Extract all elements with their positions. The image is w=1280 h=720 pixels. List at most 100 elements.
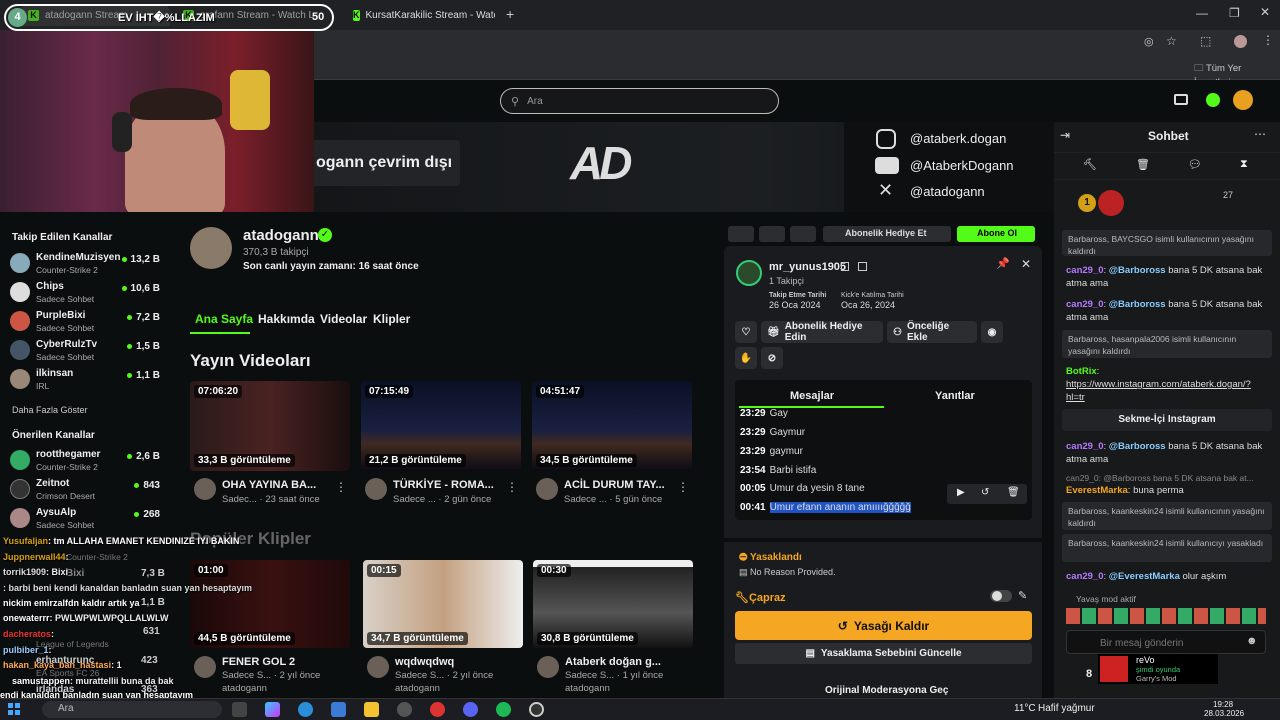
close-icon[interactable]: ✕ [1021, 257, 1031, 271]
more-icon[interactable]: ⋮ [506, 480, 518, 494]
heart-button[interactable]: ♡ [735, 321, 757, 343]
tab-messages[interactable]: Mesajlar [790, 390, 834, 402]
sidebar-channel[interactable]: PurpleBixi Sadece Sohbet 7,2 B [10, 308, 162, 336]
tab-about[interactable]: Hakkımda [258, 312, 315, 326]
now-playing-game: Garry's Mod [1136, 674, 1177, 683]
clip-title[interactable]: Ataberk doğan g... [565, 656, 661, 668]
undo-icon[interactable]: ↺ [981, 487, 989, 498]
explorer-icon[interactable] [364, 702, 379, 717]
eye-button[interactable]: ◉ [981, 321, 1003, 343]
gift-sub-button[interactable]: 🎁︎ Abonelik Hediye Edin [761, 321, 883, 343]
copy-icon[interactable] [841, 262, 849, 271]
weather-desc: Hafif yağmur [1038, 703, 1095, 714]
sidebar-channel[interactable]: AysuAlp Sadece Sohbet 268 [10, 505, 162, 533]
new-tab-icon[interactable]: + [506, 6, 514, 22]
gift-sub-button[interactable]: Abonelik Hediye Et [823, 226, 951, 242]
copilot-icon[interactable] [265, 702, 280, 717]
kick-favicon-icon: K [353, 9, 360, 21]
hammer-icon[interactable]: 🔨︎ [1083, 158, 1097, 171]
x-icon: ✕ [878, 180, 894, 200]
chat-bubble-icon[interactable]: 💬︎ [1188, 158, 1202, 171]
sidebar-channel[interactable]: rootthegamer Counter-Strike 2 2,6 B [10, 447, 162, 475]
cross-toggle[interactable] [990, 590, 1012, 602]
menu-icon[interactable]: ⋮ [1262, 33, 1274, 47]
video-title[interactable]: ACİL DURUM TAY... [564, 479, 665, 491]
taskbar-search[interactable]: Ara [42, 701, 222, 718]
discord-icon[interactable] [463, 702, 478, 717]
instagram-tab-button[interactable]: Sekme-İçi Instagram [1062, 409, 1272, 431]
delete-icon[interactable]: 🗑︎ [1007, 487, 1020, 498]
emoji-icon[interactable]: ☻ [1246, 635, 1258, 647]
avatar [10, 253, 30, 273]
sidebar-channel[interactable]: KendineMuzisyen Counter-Strike 2 13,2 B [10, 250, 162, 278]
tab-home[interactable]: Ana Sayfa [195, 312, 253, 326]
clip-title[interactable]: FENER GOL 2 [222, 656, 295, 668]
video-title[interactable]: TÜRKİYE - ROMA... [393, 479, 494, 491]
sidebar-channel[interactable]: Zeitnot Crimson Desert 843 [10, 476, 162, 504]
popup-username[interactable]: mr_yunus1905 [769, 261, 846, 273]
overlay-chat-line: dacheratos: [3, 629, 55, 639]
gift-button-small[interactable] [790, 226, 816, 242]
tab-kursatkarakilic[interactable]: K KursatKarakilic Stream - Watch ✕ [345, 4, 495, 26]
windows-start-icon[interactable] [8, 703, 20, 715]
card-icon[interactable] [858, 262, 867, 271]
more-icon[interactable]: ⋮ [677, 480, 689, 494]
extensions-icon[interactable]: ⬚ [1200, 34, 1211, 48]
chrome-icon[interactable] [430, 702, 445, 717]
hourglass-icon[interactable]: ⧗ [1240, 158, 1248, 171]
original-mod-link[interactable]: Orijinal Moderasyona Geç [825, 685, 948, 696]
trash-icon[interactable]: 🗑︎ [1136, 158, 1150, 171]
instagram-link[interactable]: https://www.instagram.com/ataberk.dogan/… [1066, 379, 1251, 403]
tab-videos[interactable]: Videolar [320, 312, 367, 326]
mail-icon[interactable] [331, 702, 346, 717]
duration-badge: 00:15 [367, 564, 401, 577]
clip-title[interactable]: wqdwqdwq [395, 656, 454, 668]
show-more-link[interactable]: Daha Fazla Göster [12, 405, 88, 415]
update-reason-button[interactable]: ▤ Yasaklama Sebebini Güncelle [735, 643, 1032, 664]
search-input[interactable]: ⚲ Ara [500, 88, 779, 114]
views-badge: 34,7 B görüntüleme [367, 632, 468, 645]
close-window-icon[interactable]: ✕ [1260, 5, 1270, 19]
avatar [10, 450, 30, 470]
mic-button[interactable]: ✋ [735, 347, 757, 369]
bot-message: BotRix: https://www.instagram.com/ataber… [1066, 366, 1251, 403]
task-view-icon[interactable] [232, 702, 247, 717]
collapse-chat-icon[interactable]: ⇥ [1060, 128, 1070, 142]
maximize-icon[interactable]: ❐ [1229, 6, 1240, 20]
xbox-icon[interactable] [397, 702, 412, 717]
tab-clips[interactable]: Klipler [373, 312, 410, 326]
eye-slash-icon[interactable]: ◎ [1144, 35, 1154, 48]
priority-button[interactable]: ⚇ Önceliğe Ekle [887, 321, 977, 343]
spotify-icon[interactable] [496, 702, 511, 717]
notify-button[interactable] [728, 226, 754, 242]
edit-icon[interactable]: ✎ [1018, 589, 1027, 602]
avatar [194, 656, 216, 678]
sidebar-channel[interactable]: ilkinsan IRL 1,1 B [10, 366, 162, 394]
video-title[interactable]: OHA YAYINA BA... [222, 479, 316, 491]
subscribe-button[interactable]: Abone Ol [957, 226, 1035, 242]
sidebar-channel[interactable]: CyberRulzTv Sadece Sohbet 1,5 B [10, 337, 162, 365]
user-message: 23:54 Barbi istifa [740, 465, 817, 476]
edge-icon[interactable] [298, 702, 313, 717]
unban-button[interactable]: ↺ Yasağı Kaldır [735, 611, 1032, 640]
pin-icon[interactable]: 📌 [996, 257, 1010, 270]
chat-menu-icon[interactable]: ⋯ [1254, 127, 1266, 141]
avatar [367, 656, 389, 678]
channel-avatar[interactable] [190, 227, 232, 269]
profile-icon[interactable] [1234, 35, 1247, 48]
minimize-icon[interactable]: — [1196, 6, 1208, 20]
bell-button[interactable] [759, 226, 785, 242]
more-icon[interactable]: ⋮ [335, 480, 347, 494]
cast-icon[interactable] [1174, 94, 1188, 105]
ban-button[interactable]: ⊘ [761, 347, 783, 369]
play-icon[interactable]: ▶ [957, 487, 965, 498]
star-icon[interactable]: ☆ [1166, 34, 1177, 48]
duration-badge: 04:51:47 [536, 385, 585, 398]
clip-sub: Sadece S... · 2 yıl önce [395, 670, 494, 681]
avatar [10, 508, 30, 528]
sidebar-channel[interactable]: Chips Sadece Sohbet 10,6 B [10, 279, 162, 307]
kick-logo-icon[interactable] [1206, 93, 1220, 107]
obs-icon[interactable] [529, 702, 544, 717]
user-avatar[interactable] [1233, 90, 1253, 110]
tab-replies[interactable]: Yanıtlar [935, 390, 975, 402]
